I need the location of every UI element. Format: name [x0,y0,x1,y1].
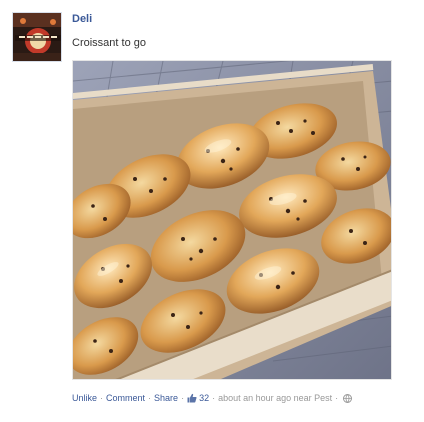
comment-link[interactable]: Comment [106,393,145,403]
croissant-photo-icon [73,61,391,379]
separator: · [181,393,185,403]
post-photo[interactable] [72,60,392,380]
story-actions-bar: Unlike · Comment · Share · 32 · about an… [72,391,353,405]
separator: · [335,393,339,403]
thumbs-up-icon[interactable] [187,393,197,403]
globe-icon[interactable] [343,393,353,403]
unlike-link[interactable]: Unlike [72,393,97,403]
post-author-link[interactable]: Deli [72,13,92,25]
feed-story: Deli Croissant to go Unlike · Comment · … [0,0,424,422]
separator: · [100,393,104,403]
deli-logo-icon [13,13,61,61]
post-message: Croissant to go [72,37,146,49]
separator: · [212,393,216,403]
share-link[interactable]: Share [154,393,178,403]
page-avatar[interactable] [12,12,62,62]
like-count-link[interactable]: 32 [199,393,209,403]
separator: · [148,393,152,403]
timestamp-location-link[interactable]: about an hour ago near Pest [218,393,332,403]
